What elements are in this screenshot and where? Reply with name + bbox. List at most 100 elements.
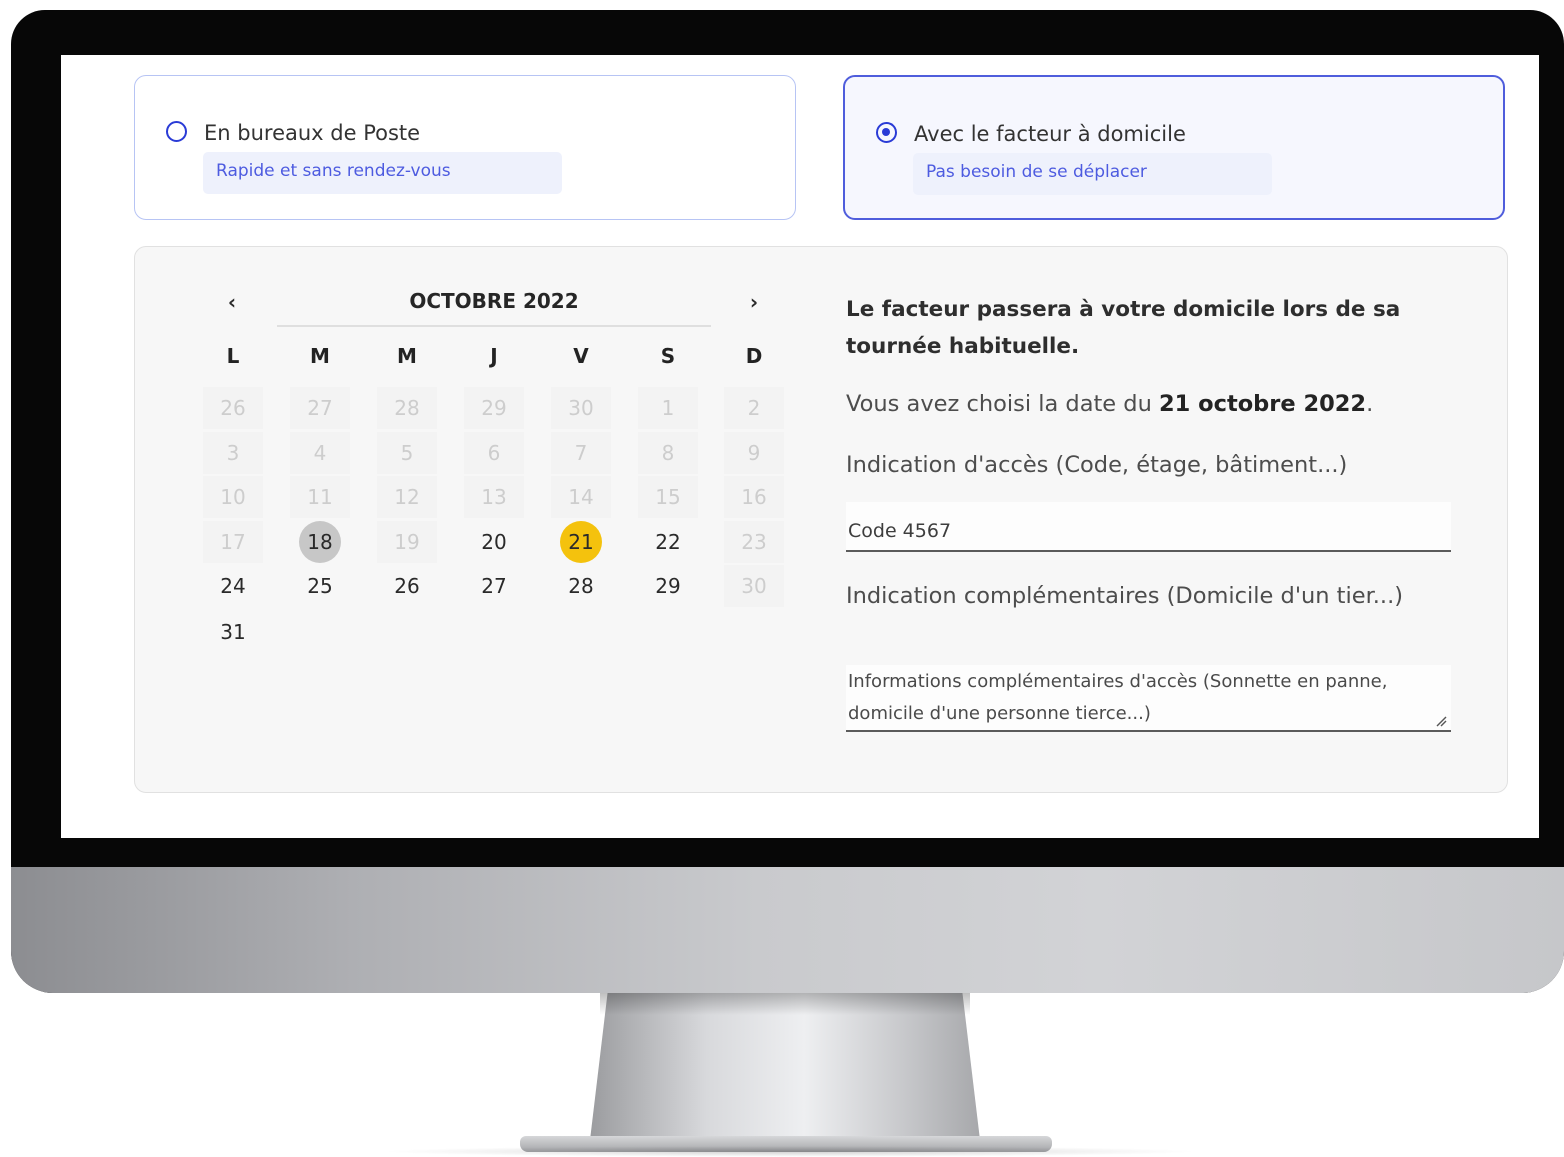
calendar-day-number: 27 xyxy=(481,574,507,598)
chevron-right-icon: › xyxy=(749,290,759,314)
calendar-day-number: 31 xyxy=(220,620,246,644)
calendar-day: 29 xyxy=(464,387,524,429)
calendar-day[interactable]: 26 xyxy=(377,565,437,607)
calendar-day: 3 xyxy=(203,432,263,474)
calendar-day: 26 xyxy=(203,387,263,429)
calendar-day-number: 14 xyxy=(568,485,594,509)
calendar-day-number: 28 xyxy=(394,396,420,420)
calendar-day-number: 15 xyxy=(655,485,681,509)
calendar-day[interactable]: 25 xyxy=(290,565,350,607)
calendar-day: 10 xyxy=(203,476,263,518)
calendar-day[interactable]: 27 xyxy=(464,565,524,607)
extra-instructions-label: Indication complémentaires (Domicile d'u… xyxy=(846,583,1404,609)
calendar-day: 13 xyxy=(464,476,524,518)
calendar-day[interactable]: 22 xyxy=(638,521,698,563)
screen: En bureaux de Poste Rapide et sans rende… xyxy=(61,55,1539,838)
option-card-home-delivery[interactable]: Avec le facteur à domicile Pas besoin de… xyxy=(843,75,1505,220)
calendar-day[interactable]: 29 xyxy=(638,565,698,607)
calendar-day: 27 xyxy=(290,387,350,429)
calendar-day[interactable]: 20 xyxy=(464,521,524,563)
calendar-day: 15 xyxy=(638,476,698,518)
option-title-post-office: En bureaux de Poste xyxy=(204,121,421,145)
calendar-day: 6 xyxy=(464,432,524,474)
calendar-day[interactable]: 28 xyxy=(551,565,611,607)
chosen-date-text: Vous avez choisi la date du 21 octobre 2… xyxy=(846,391,1373,417)
monitor-base-shadow xyxy=(380,1146,1200,1157)
calendar-day-today[interactable]: 18 xyxy=(290,521,350,563)
weekday-header: L xyxy=(226,344,240,368)
calendar-day: 2 xyxy=(724,387,784,429)
calendar-day: 19 xyxy=(377,521,437,563)
calendar-day-number: 12 xyxy=(394,485,420,509)
radio-post-office[interactable] xyxy=(166,121,187,142)
weekday-header: S xyxy=(660,344,676,368)
calendar-day-number: 9 xyxy=(747,441,761,465)
extra-instructions-placeholder: Informations complémentaires d'accès (So… xyxy=(848,671,1388,724)
calendar-title-divider xyxy=(277,325,711,327)
calendar-day-number: 26 xyxy=(394,574,420,598)
calendar-day-number: 11 xyxy=(307,485,333,509)
calendar-day-number: 28 xyxy=(568,574,594,598)
calendar-day-number: 17 xyxy=(220,530,246,554)
option-subtitle-home-delivery: Pas besoin de se déplacer xyxy=(913,153,1272,195)
calendar-day-number: 23 xyxy=(741,530,767,554)
calendar-day-number: 24 xyxy=(220,574,246,598)
calendar-day-number: 2 xyxy=(747,396,761,420)
calendar-day-number: 10 xyxy=(220,485,246,509)
calendar-day-number: 8 xyxy=(661,441,675,465)
option-card-post-office[interactable]: En bureaux de Poste Rapide et sans rende… xyxy=(134,75,796,220)
calendar-day[interactable]: 31 xyxy=(203,611,263,653)
chosen-date-suffix: . xyxy=(1366,391,1374,417)
calendar-day-number: 6 xyxy=(487,441,501,465)
calendar-day-number: 25 xyxy=(307,574,333,598)
calendar-day: 1 xyxy=(638,387,698,429)
calendar-day-number: 22 xyxy=(655,530,681,554)
calendar-day: 17 xyxy=(203,521,263,563)
weekday-header: M xyxy=(310,344,330,368)
calendar-day-number: 20 xyxy=(481,530,507,554)
calendar-day-number: 18 xyxy=(307,530,333,554)
delivery-info-heading: Le facteur passera à votre domicile lors… xyxy=(846,297,1401,359)
calendar-day[interactable]: 24 xyxy=(203,565,263,607)
radio-home-delivery[interactable] xyxy=(876,122,897,143)
chevron-left-icon: ‹ xyxy=(227,290,237,314)
calendar-day: 7 xyxy=(551,432,611,474)
calendar-day-number: 7 xyxy=(574,441,588,465)
monitor-body: En bureaux de Poste Rapide et sans rende… xyxy=(11,10,1564,993)
weekday-header: V xyxy=(573,344,589,368)
calendar-day: 8 xyxy=(638,432,698,474)
calendar-day-number: 19 xyxy=(394,530,420,554)
option-title-home-delivery: Avec le facteur à domicile xyxy=(914,122,1186,146)
calendar-day: 9 xyxy=(724,432,784,474)
calendar-day-number: 27 xyxy=(307,396,333,420)
calendar-day: 30 xyxy=(551,387,611,429)
chosen-date-value: 21 octobre 2022 xyxy=(1159,391,1367,417)
calendar-day-number: 29 xyxy=(481,396,507,420)
calendar-next-button[interactable]: › xyxy=(742,290,766,314)
calendar-day: 14 xyxy=(551,476,611,518)
calendar-day: 28 xyxy=(377,387,437,429)
monitor-stand-shadow xyxy=(600,993,970,1015)
weekday-header: M xyxy=(397,344,417,368)
calendar-prev-button[interactable]: ‹ xyxy=(220,290,244,314)
calendar-day: 12 xyxy=(377,476,437,518)
calendar-day-number: 30 xyxy=(741,574,767,598)
resize-handle-icon[interactable] xyxy=(1436,716,1447,727)
chosen-date-prefix: Vous avez choisi la date du xyxy=(846,391,1160,417)
weekday-header: D xyxy=(745,344,763,368)
appointment-panel: ‹ OCTOBRE 2022 › LMMJVSD 26 27 28 29 30 1 2 3 4 5… xyxy=(134,246,1508,793)
calendar-day: 4 xyxy=(290,432,350,474)
calendar-day-number: 3 xyxy=(226,441,240,465)
calendar-month-title: OCTOBRE 2022 xyxy=(409,289,579,313)
calendar-day-number: 26 xyxy=(220,396,246,420)
calendar-day-number: 5 xyxy=(400,441,414,465)
calendar-day-number: 4 xyxy=(313,441,327,465)
extra-instructions-textarea[interactable]: Informations complémentaires d'accès (So… xyxy=(846,665,1451,732)
option-subtitle-post-office: Rapide et sans rendez-vous xyxy=(203,152,562,194)
calendar-day-selected[interactable]: 21 xyxy=(551,521,611,563)
calendar-day-number: 13 xyxy=(481,485,507,509)
calendar-day: 5 xyxy=(377,432,437,474)
calendar-day-number: 16 xyxy=(741,485,767,509)
calendar-day: 11 xyxy=(290,476,350,518)
access-code-input[interactable] xyxy=(846,502,1451,552)
